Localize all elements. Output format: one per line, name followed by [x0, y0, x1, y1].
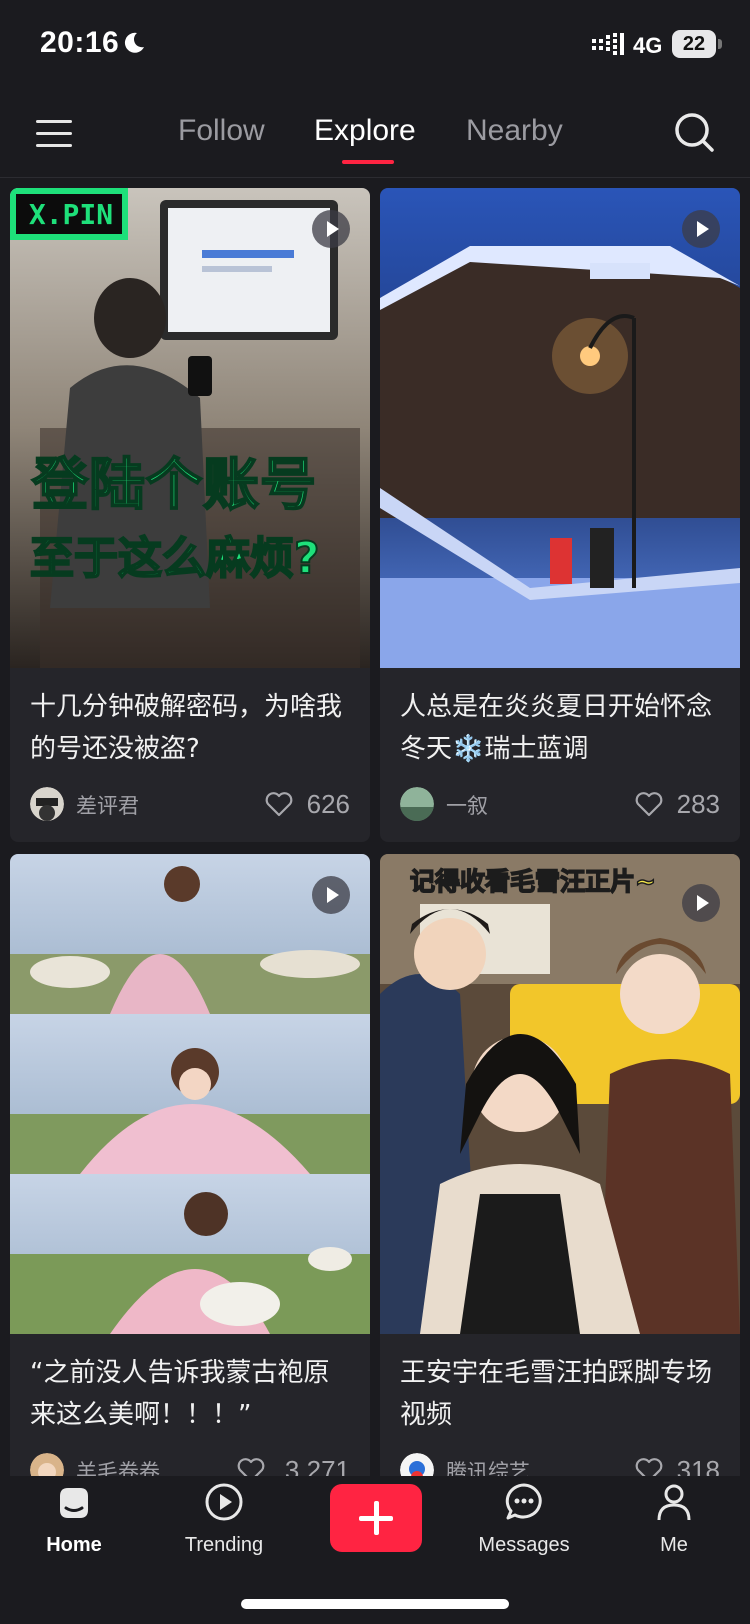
- play-icon: [327, 887, 339, 903]
- like-count: 283: [676, 789, 720, 819]
- video-play-badge: [682, 210, 720, 248]
- cover-badge-text: X.PIN: [28, 198, 114, 231]
- like-count: 318: [676, 1455, 720, 1476]
- video-play-badge: [312, 876, 350, 914]
- nav-me-label: Me: [660, 1534, 688, 1556]
- card-cover-image[interactable]: X.PIN 登陆个账号 至于这么麻烦?: [10, 188, 370, 668]
- explore-feed[interactable]: X.PIN 登陆个账号 至于这么麻烦? 十几分钟破解密码，为啥我的号还没被盗? …: [0, 178, 750, 1476]
- tab-follow[interactable]: Follow: [178, 114, 265, 148]
- card-title[interactable]: “之前没人告诉我蒙古袍原来这么美啊！！！”: [30, 1352, 350, 1436]
- cover-headline-1: 登陆个账号: [31, 452, 317, 519]
- home-icon: [60, 1488, 88, 1518]
- card-meta: 腾讯综艺 318: [400, 1450, 720, 1476]
- avatar[interactable]: [30, 1453, 64, 1476]
- card-meta: 一叙 283: [400, 784, 720, 824]
- card-meta: 羊毛卷卷 3,271: [30, 1450, 350, 1476]
- signal-icon: [592, 33, 624, 55]
- author-name[interactable]: 腾讯综艺: [446, 1456, 530, 1476]
- card-meta: 差评君 626: [30, 784, 350, 824]
- author-name[interactable]: 羊毛卷卷: [76, 1456, 160, 1476]
- play-circle-icon: [205, 1483, 243, 1521]
- moon-icon: [124, 32, 144, 53]
- nav-messages-label: Messages: [478, 1534, 570, 1556]
- nav-messages[interactable]: Messages: [464, 1476, 584, 1576]
- play-icon: [327, 221, 339, 237]
- heart-icon: [635, 1458, 663, 1476]
- add-post-button[interactable]: [330, 1484, 422, 1552]
- heart-icon: [237, 1458, 265, 1476]
- battery-level: 22: [672, 30, 716, 58]
- menu-icon[interactable]: [34, 116, 74, 150]
- chat-bubble-icon: [505, 1483, 542, 1520]
- home-indicator: [241, 1599, 509, 1609]
- play-icon: [697, 895, 709, 911]
- note-card[interactable]: 人总是在炎炎夏日开始怀念冬天❄️瑞士蓝调 一叙 283: [380, 188, 740, 842]
- note-card[interactable]: “之前没人告诉我蒙古袍原来这么美啊！！！” 羊毛卷卷 3,271: [10, 854, 370, 1476]
- nav-trending-label: Trending: [184, 1534, 264, 1556]
- note-card[interactable]: X.PIN 登陆个账号 至于这么麻烦? 十几分钟破解密码，为啥我的号还没被盗? …: [10, 188, 370, 842]
- heart-icon: [635, 792, 663, 817]
- nav-me[interactable]: Me: [614, 1476, 734, 1576]
- heart-icon: [265, 792, 293, 817]
- play-icon: [697, 221, 709, 237]
- card-title[interactable]: 十几分钟破解密码，为啥我的号还没被盗?: [30, 686, 350, 770]
- card-title[interactable]: 人总是在炎炎夏日开始怀念冬天❄️瑞士蓝调: [400, 686, 720, 770]
- card-cover-image[interactable]: [10, 854, 370, 1334]
- active-tab-indicator: [342, 160, 394, 164]
- author-name[interactable]: 一叙: [446, 790, 488, 820]
- network-type: 4G: [633, 33, 663, 58]
- search-icon[interactable]: [672, 110, 716, 154]
- avatar[interactable]: [30, 787, 64, 821]
- card-cover-image[interactable]: 记得收看毛雪汪正片~: [380, 854, 740, 1334]
- tab-explore[interactable]: Explore: [314, 114, 416, 148]
- battery-icon: 22: [672, 30, 722, 58]
- top-nav: Follow Explore Nearby: [0, 90, 750, 178]
- card-title[interactable]: 王安宇在毛雪汪拍踩脚专场视频: [400, 1352, 720, 1436]
- status-bar: 20:16 4G 22: [0, 0, 750, 90]
- nav-home[interactable]: Home: [14, 1476, 134, 1576]
- avatar[interactable]: [400, 787, 434, 821]
- card-cover-image[interactable]: [380, 188, 740, 668]
- cover-headline-2: 至于这么麻烦?: [29, 532, 321, 585]
- avatar[interactable]: [400, 1453, 434, 1476]
- video-play-badge: [682, 884, 720, 922]
- note-card[interactable]: 记得收看毛雪汪正片~ 王安宇在毛雪汪拍踩脚专场视频 腾讯综艺 318: [380, 854, 740, 1476]
- tab-nearby[interactable]: Nearby: [466, 114, 563, 148]
- author-name[interactable]: 差评君: [76, 790, 139, 820]
- person-icon: [657, 1484, 691, 1521]
- video-play-badge: [312, 210, 350, 248]
- nav-home-label: Home: [46, 1534, 102, 1556]
- status-time: 20:16: [40, 26, 120, 59]
- nav-trending[interactable]: Trending: [164, 1476, 284, 1576]
- like-count: 626: [306, 789, 350, 819]
- like-count: 3,271: [284, 1455, 350, 1476]
